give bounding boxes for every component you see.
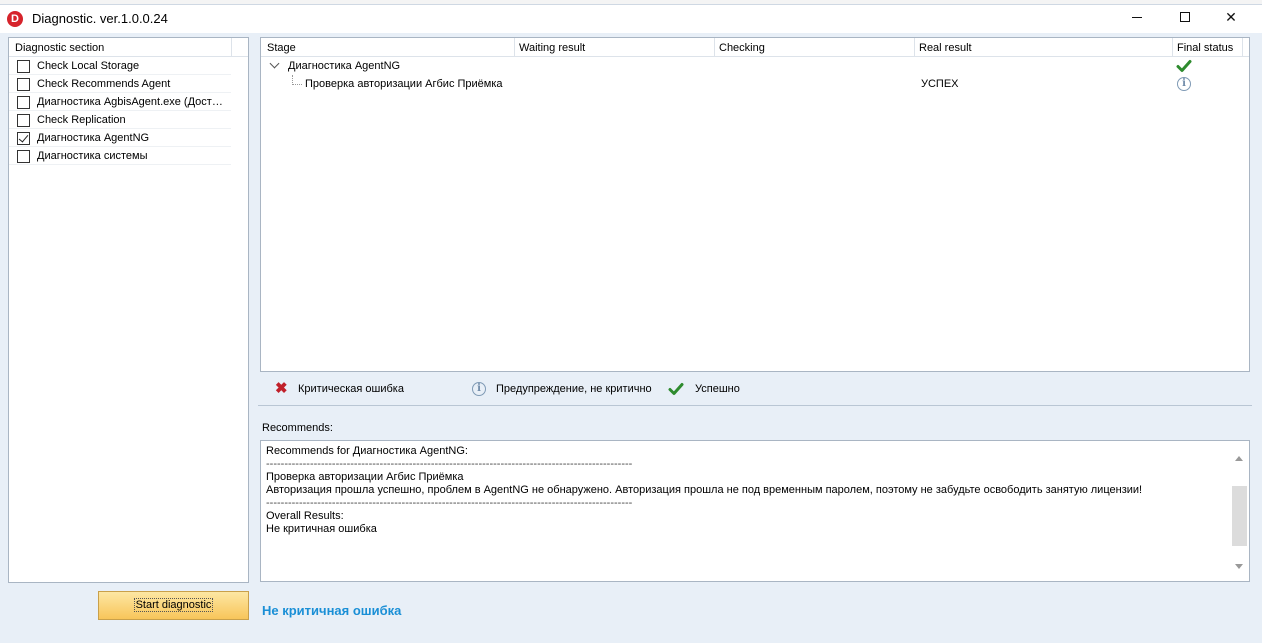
section-item-label: Диагностика AgbisAgent.exe (Дост… xyxy=(37,96,223,108)
column-header-stage[interactable]: Stage xyxy=(267,42,296,54)
warning-info-icon: i xyxy=(1177,77,1191,91)
grid-header: Stage Waiting result Checking Real resul… xyxy=(261,38,1249,57)
tree-connector xyxy=(292,75,302,85)
diagnostic-section-header: Diagnostic section xyxy=(9,38,248,57)
real-result-cell: УСПЕХ xyxy=(921,78,959,90)
app-logo-icon: D xyxy=(7,11,23,27)
legend-success-icon xyxy=(668,383,684,395)
recommends-line: Авторизация прошла успешно, проблем в Ag… xyxy=(266,484,1143,496)
recommends-line: Не критичная ошибка xyxy=(266,523,377,535)
title-bar: D Diagnostic. ver.1.0.0.24 ✕ xyxy=(0,5,1262,33)
section-item[interactable]: Диагностика AgbisAgent.exe (Дост… xyxy=(9,93,231,111)
section-item-label: Check Local Storage xyxy=(37,60,140,72)
stage-grid: Stage Waiting result Checking Real resul… xyxy=(260,37,1250,372)
recommends-textbox[interactable]: Recommends for Диагностика AgentNG: ----… xyxy=(260,440,1250,582)
section-item-label: Диагностика системы xyxy=(37,150,148,162)
legend-warning-icon: i xyxy=(472,382,486,396)
start-diagnostic-label: Start diagnostic xyxy=(133,598,214,612)
section-checkbox[interactable] xyxy=(17,114,30,127)
legend-success-label: Успешно xyxy=(695,383,740,395)
recommends-label: Recommends: xyxy=(262,422,333,434)
minimize-button[interactable] xyxy=(1118,5,1164,31)
grid-row[interactable]: Проверка авторизации Агбис Приёмка УСПЕХ… xyxy=(261,75,1249,93)
scroll-down-arrow-icon[interactable] xyxy=(1235,564,1243,569)
section-item-label: Check Replication xyxy=(37,114,126,126)
recommends-separator: ----------------------------------------… xyxy=(266,458,633,470)
scroll-up-arrow-icon[interactable] xyxy=(1235,456,1243,461)
success-check-icon xyxy=(1176,60,1192,72)
section-checkbox[interactable] xyxy=(17,96,30,109)
scroll-thumb[interactable] xyxy=(1232,486,1247,546)
recommends-line: Проверка авторизации Агбис Приёмка xyxy=(266,471,464,483)
vertical-scrollbar[interactable] xyxy=(1231,442,1248,580)
section-item[interactable]: Диагностика AgentNG xyxy=(9,129,231,147)
diagnostic-section-list: Diagnostic section Check Local Storage Ch… xyxy=(8,37,249,583)
column-header-real-result[interactable]: Real result xyxy=(919,42,972,54)
section-checkbox[interactable] xyxy=(17,60,30,73)
section-item[interactable]: Check Replication xyxy=(9,111,231,129)
recommends-line: Recommends for Диагностика AgentNG: xyxy=(266,445,468,457)
diagnostic-window: D Diagnostic. ver.1.0.0.24 ✕ Diagnostic … xyxy=(0,4,1262,643)
overall-status-text: Не критичная ошибка xyxy=(262,603,402,618)
minimize-icon xyxy=(1132,17,1142,18)
section-item[interactable]: Check Recommends Agent xyxy=(9,75,231,93)
section-checkbox[interactable] xyxy=(17,150,30,163)
stage-cell: Проверка авторизации Агбис Приёмка xyxy=(305,78,503,90)
maximize-button[interactable] xyxy=(1163,5,1209,31)
section-item[interactable]: Check Local Storage xyxy=(9,57,231,75)
section-checkbox[interactable] xyxy=(17,78,30,91)
recommends-separator: ----------------------------------------… xyxy=(266,497,633,509)
window-title: Diagnostic. ver.1.0.0.24 xyxy=(32,11,168,26)
expand-chevron-icon[interactable] xyxy=(269,58,280,69)
section-item-label: Check Recommends Agent xyxy=(37,78,171,90)
grid-row[interactable]: Диагностика AgentNG xyxy=(261,57,1249,75)
column-header-final-status[interactable]: Final status xyxy=(1177,42,1233,54)
recommends-line: Overall Results: xyxy=(266,510,344,522)
close-icon: ✕ xyxy=(1225,9,1237,25)
column-header-waiting-result[interactable]: Waiting result xyxy=(519,42,585,54)
maximize-icon xyxy=(1180,12,1190,22)
section-item-label: Диагностика AgentNG xyxy=(37,132,150,144)
legend-critical-label: Критическая ошибка xyxy=(298,383,404,395)
divider xyxy=(258,405,1252,406)
column-header-checking[interactable]: Checking xyxy=(719,42,765,54)
start-diagnostic-button[interactable]: Start diagnostic xyxy=(98,591,249,620)
stage-cell: Диагностика AgentNG xyxy=(288,60,401,72)
close-button[interactable]: ✕ xyxy=(1208,5,1254,31)
critical-error-icon: ✖ xyxy=(275,380,288,397)
section-checkbox[interactable] xyxy=(17,132,30,145)
section-item[interactable]: Диагностика системы xyxy=(9,147,231,165)
legend-warning-label: Предупреждение, не критично xyxy=(496,383,652,395)
